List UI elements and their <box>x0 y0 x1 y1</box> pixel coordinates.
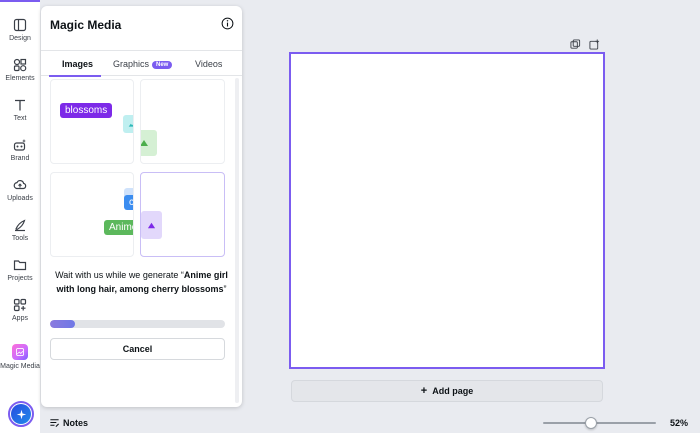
image-placeholder-card <box>140 172 225 257</box>
tab-graphics[interactable]: Graphics New <box>113 59 173 69</box>
design-canvas-page[interactable] <box>289 52 605 369</box>
tab-label: Graphics <box>113 59 150 69</box>
image-icon <box>123 115 133 133</box>
add-page-label: Add page <box>432 386 474 396</box>
placeholder-chip: blossoms <box>60 103 113 118</box>
rail-item-elements[interactable]: Elements <box>0 54 40 94</box>
placeholder-chip: cherry <box>124 195 133 210</box>
wait-suffix: ” <box>223 284 227 294</box>
placeholder-chip: Anime <box>104 220 133 235</box>
generation-status-text: Wait with us while we generate “Anime gi… <box>51 268 232 296</box>
panel-title: Magic Media <box>50 18 122 32</box>
apps-icon <box>13 298 27 312</box>
progress-fill <box>50 320 75 328</box>
rail-item-tools[interactable]: Tools <box>0 214 40 254</box>
left-rail: Design Elements Text Brand Uploads Tools… <box>0 0 40 433</box>
rail-label: Uploads <box>7 195 33 202</box>
generation-progress-bar <box>50 320 225 328</box>
image-placeholder-card: blossoms <box>50 79 134 164</box>
add-page-button[interactable]: + Add page <box>291 380 603 402</box>
rail-label: Text <box>13 115 27 122</box>
rail-label: Tools <box>11 235 29 242</box>
plus-icon: + <box>420 385 428 397</box>
design-icon <box>13 18 27 32</box>
zoom-slider-track[interactable] <box>543 422 656 424</box>
brand-icon <box>13 139 26 151</box>
rail-item-design[interactable]: Design <box>0 14 40 54</box>
rail-item-text[interactable]: Text <box>0 94 40 134</box>
cancel-button[interactable]: Cancel <box>50 338 225 360</box>
magic-media-panel: Magic Media Images Graphics New Videos bl… <box>41 6 242 407</box>
rail-label: Apps <box>12 315 28 322</box>
wait-prefix: Wait with us while we generate “ <box>55 270 184 280</box>
rail-item-magic-media[interactable]: Magic Media <box>0 342 40 382</box>
uploads-icon <box>13 180 27 190</box>
rail-item-brand[interactable]: Brand <box>0 134 40 174</box>
image-icon <box>141 130 157 156</box>
media-tabs: Images Graphics New Videos <box>41 50 242 77</box>
image-placeholder-card <box>140 79 225 164</box>
image-placeholder-card: cherry Anime <box>50 172 134 257</box>
tab-videos[interactable]: Videos <box>195 59 222 69</box>
zoom-slider-thumb[interactable] <box>585 417 597 429</box>
new-badge: New <box>152 61 173 69</box>
image-icon <box>141 211 162 239</box>
projects-icon <box>13 260 27 271</box>
rail-label: Projects <box>7 275 33 282</box>
rail-item-projects[interactable]: Projects <box>0 254 40 294</box>
rail-label: Elements <box>5 75 35 82</box>
notes-icon <box>50 419 60 428</box>
tools-icon <box>15 219 26 232</box>
notes-button[interactable]: Notes <box>49 417 88 428</box>
rail-label: Magic Media <box>0 363 40 370</box>
active-tab-indicator <box>49 75 101 77</box>
magic-assistant-button[interactable] <box>8 401 34 427</box>
info-icon[interactable] <box>221 17 234 30</box>
elements-icon <box>13 58 27 72</box>
rail-label: Design <box>9 35 31 42</box>
notes-label: Notes <box>63 417 89 428</box>
tab-images[interactable]: Images <box>62 59 93 69</box>
text-icon <box>15 99 25 111</box>
magic-media-icon <box>12 344 28 360</box>
add-page-icon[interactable] <box>589 39 600 50</box>
rail-item-uploads[interactable]: Uploads <box>0 174 40 214</box>
duplicate-page-icon[interactable] <box>570 39 581 50</box>
zoom-level[interactable]: 52% <box>670 418 688 428</box>
sparkle-icon <box>11 404 31 424</box>
panel-scrollbar[interactable] <box>235 78 239 403</box>
rail-label: Brand <box>10 155 30 162</box>
rail-item-apps[interactable]: Apps <box>0 294 40 334</box>
